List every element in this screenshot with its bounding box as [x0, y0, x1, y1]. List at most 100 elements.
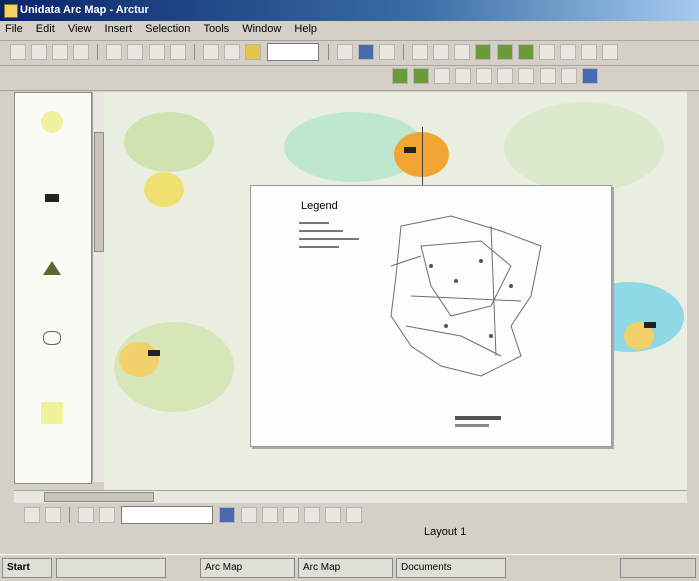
map-marker: [119, 342, 159, 377]
delete-icon[interactable]: [169, 44, 186, 60]
leader-line: [422, 127, 423, 187]
app-icon[interactable]: [4, 4, 18, 18]
title-bar: Unidata Arc Map - Arctur: [0, 0, 699, 21]
menu-selection[interactable]: Selection: [140, 21, 195, 37]
map-marker: [144, 172, 184, 207]
measure-icon[interactable]: [601, 44, 618, 60]
menu-insert[interactable]: Insert: [100, 21, 138, 37]
menu-bar: File Edit View Insert Selection Tools Wi…: [0, 21, 699, 41]
full-extent-icon[interactable]: [475, 44, 492, 60]
undo-icon[interactable]: [202, 44, 219, 60]
zoom-in-icon[interactable]: [412, 44, 429, 60]
scale-bar: [455, 416, 501, 420]
menu-window[interactable]: Window: [237, 21, 286, 37]
outline-shape-symbol[interactable]: [37, 323, 67, 353]
identify-icon[interactable]: [559, 44, 576, 60]
flag-marker: [644, 322, 656, 328]
line-color-icon[interactable]: [324, 507, 341, 523]
text-icon[interactable]: [99, 507, 116, 523]
black-flag-symbol[interactable]: [37, 183, 67, 213]
symbol-panel: [14, 92, 92, 484]
start-button[interactable]: Start: [2, 558, 52, 578]
quick-launch[interactable]: [56, 558, 166, 578]
legend-line: [299, 246, 339, 248]
legend-title: Legend: [301, 200, 338, 212]
status-text: Layout 1: [424, 526, 467, 538]
zoom-out-icon[interactable]: [433, 44, 450, 60]
editor-icon[interactable]: [337, 44, 353, 60]
fixed-zoom-in-icon[interactable]: [497, 68, 514, 84]
legend-line: [299, 230, 343, 232]
yellow-square-symbol[interactable]: [37, 398, 67, 428]
layout-zoom-in-icon[interactable]: [392, 68, 409, 84]
map-region: [124, 112, 214, 172]
taskbar-item[interactable]: Arc Map: [298, 558, 393, 578]
font-color-icon[interactable]: [303, 507, 320, 523]
copy-icon[interactable]: [127, 44, 144, 60]
add-data-icon[interactable]: [244, 44, 261, 60]
print-icon[interactable]: [73, 44, 90, 60]
zoom-100-icon[interactable]: [476, 68, 493, 84]
triangle-symbol[interactable]: [37, 253, 67, 283]
menu-file[interactable]: File: [0, 21, 28, 37]
rotate-icon[interactable]: [45, 507, 62, 523]
legend-line: [299, 222, 329, 224]
open-icon[interactable]: [31, 44, 48, 60]
marker-color-icon[interactable]: [345, 507, 362, 523]
layout-zoom-out-icon[interactable]: [413, 68, 430, 84]
map-region: [504, 102, 664, 192]
flag-marker: [404, 147, 416, 153]
scroll-thumb[interactable]: [94, 132, 104, 252]
layout-pan-icon[interactable]: [434, 68, 451, 84]
fixed-zoom-out-icon[interactable]: [518, 68, 535, 84]
redo-icon[interactable]: [223, 44, 240, 60]
menu-tools[interactable]: Tools: [198, 21, 234, 37]
new-icon[interactable]: [10, 44, 27, 60]
separator: [327, 44, 329, 60]
layout-toolbar: [0, 66, 699, 91]
underline-icon[interactable]: [282, 507, 299, 523]
system-tray: [620, 558, 696, 578]
flag-marker: [148, 350, 160, 356]
forward-extent-icon[interactable]: [517, 44, 534, 60]
menu-view[interactable]: View: [63, 21, 97, 37]
scroll-thumb[interactable]: [44, 492, 154, 502]
pan-icon[interactable]: [454, 44, 471, 60]
find-icon[interactable]: [580, 44, 597, 60]
toggle-draft-icon[interactable]: [581, 68, 598, 84]
separator: [97, 44, 99, 60]
cut-icon[interactable]: [106, 44, 123, 60]
inset-map: [390, 215, 542, 377]
previous-extent-icon[interactable]: [539, 68, 556, 84]
arctoolbox-icon[interactable]: [358, 44, 375, 60]
zoom-whole-page-icon[interactable]: [455, 68, 472, 84]
save-icon[interactable]: [52, 44, 69, 60]
paste-icon[interactable]: [148, 44, 165, 60]
separator: [403, 44, 405, 60]
taskbar-item[interactable]: Documents: [396, 558, 506, 578]
layout-page[interactable]: Legend: [250, 185, 612, 447]
standard-toolbar: [0, 41, 699, 66]
italic-icon[interactable]: [261, 507, 278, 523]
yellow-circle-symbol[interactable]: [37, 107, 67, 137]
next-extent-icon[interactable]: [560, 68, 577, 84]
separator: [193, 44, 195, 60]
help-icon[interactable]: [379, 44, 396, 60]
menu-help[interactable]: Help: [289, 21, 322, 37]
draw-toolbar: Layout 1: [14, 504, 699, 544]
back-extent-icon[interactable]: [496, 44, 513, 60]
horizontal-scrollbar[interactable]: [14, 490, 687, 503]
legend-line: [299, 238, 359, 240]
rectangle-icon[interactable]: [78, 507, 95, 523]
select-features-icon[interactable]: [538, 44, 555, 60]
menu-edit[interactable]: Edit: [31, 21, 60, 37]
separator: [69, 507, 71, 523]
taskbar-item[interactable]: Arc Map: [200, 558, 295, 578]
window-title: Unidata Arc Map - Arctur: [20, 4, 149, 16]
bold-icon[interactable]: [240, 507, 257, 523]
taskbar: Start Arc Map Arc Map Documents: [0, 554, 699, 581]
font-combo[interactable]: [121, 506, 214, 524]
map-scale-combo[interactable]: [266, 43, 319, 61]
select-elements-icon[interactable]: [24, 507, 41, 523]
fill-color-icon[interactable]: [219, 507, 236, 523]
